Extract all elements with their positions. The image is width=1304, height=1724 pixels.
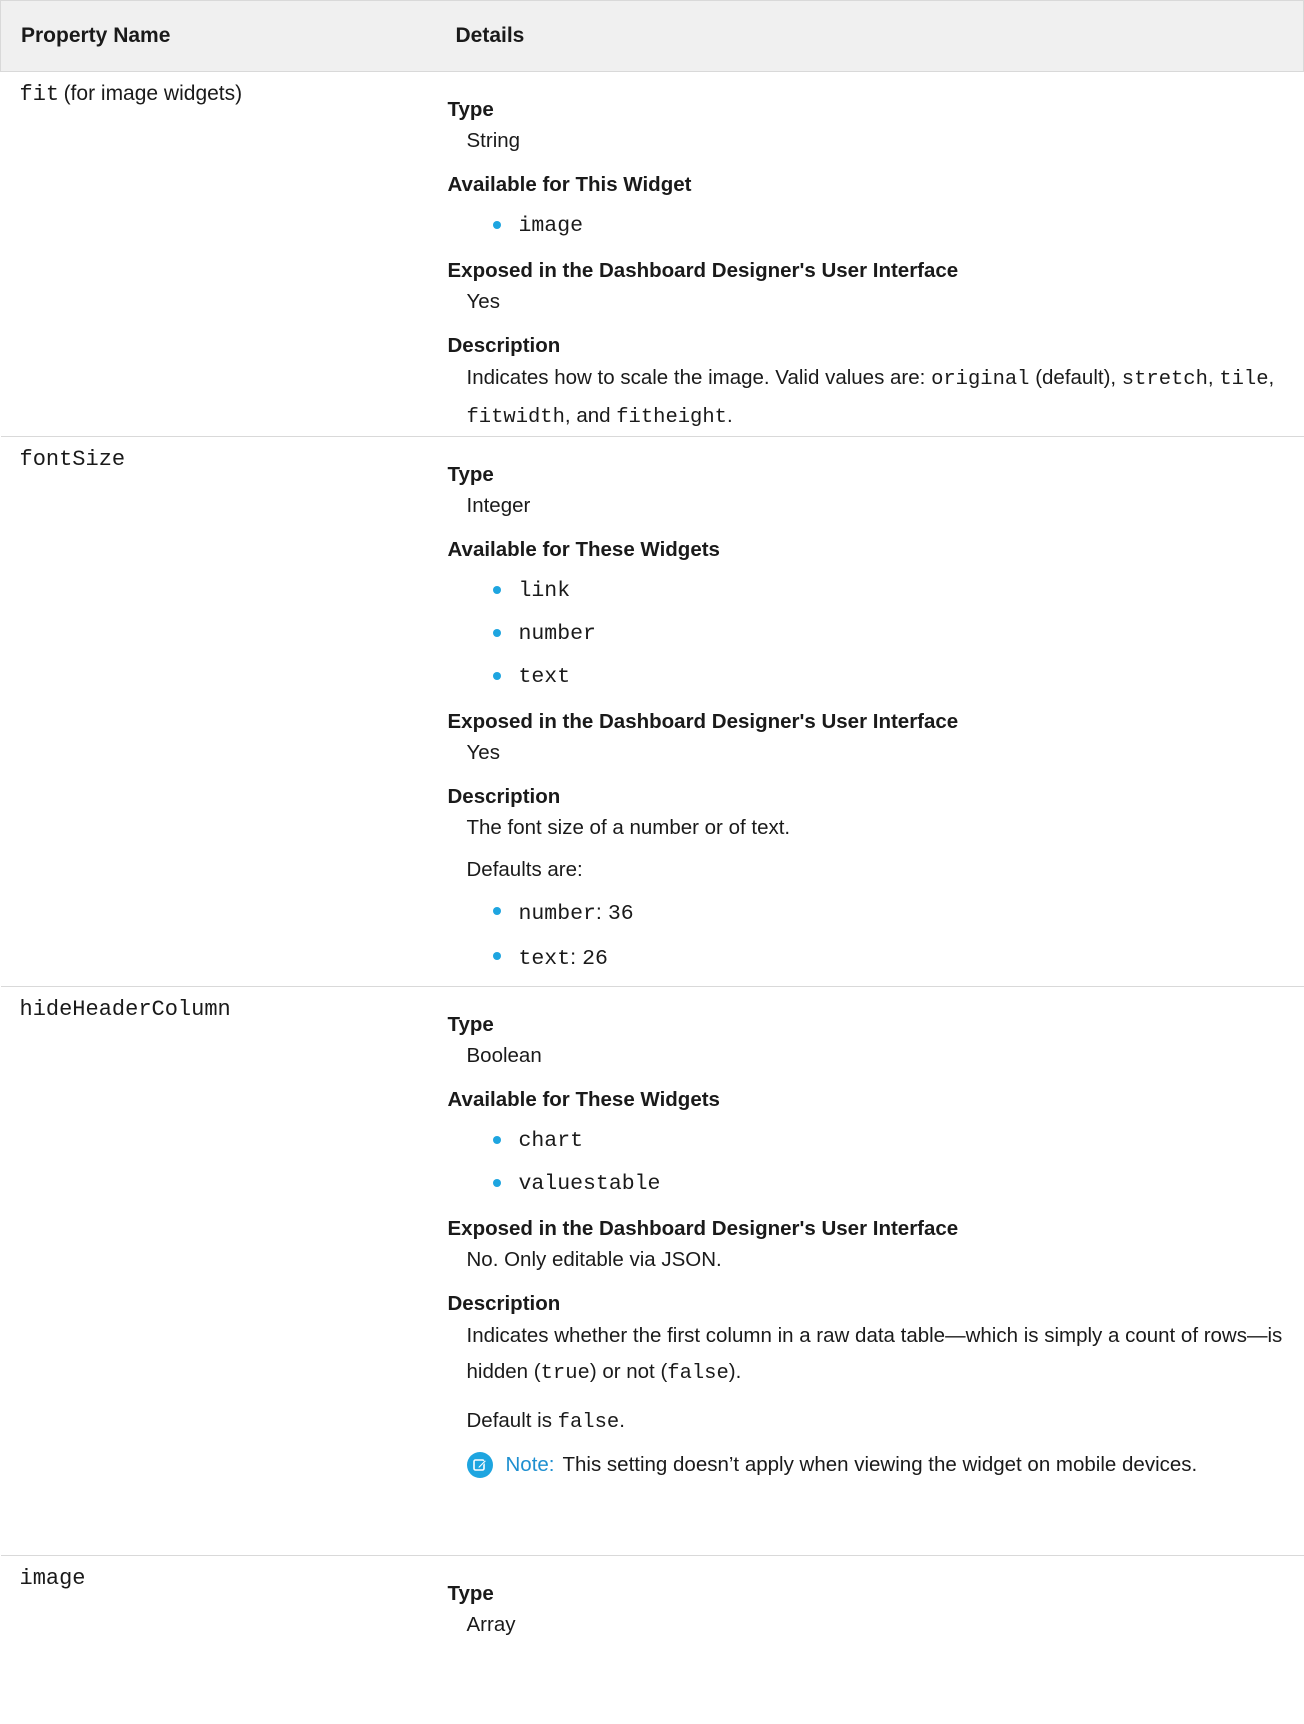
description-text: The font size of a number or of text. <box>466 816 791 839</box>
property-details-fit: Type String Available for This Widget im… <box>435 71 1304 437</box>
property-name-fit: fit (for image widgets) <box>0 71 436 437</box>
list-item: chart <box>448 1127 1290 1155</box>
type-group: Type Boolean <box>448 1013 1290 1069</box>
description-text: Indicates whether the first column in a … <box>466 1324 1283 1385</box>
type-group: Type Integer <box>448 463 1290 519</box>
exposed-label: Exposed in the Dashboard Designer's User… <box>447 1217 959 1240</box>
list-item: text: 26 <box>448 943 1290 973</box>
widgets-group: Available for These Widgets link number … <box>448 538 1290 691</box>
property-code: hideHeaderColumn <box>19 997 231 1022</box>
note-label: Note: <box>505 1453 555 1476</box>
exposed-group: Exposed in the Dashboard Designer's User… <box>448 1217 1290 1273</box>
exposed-label: Exposed in the Dashboard Designer's User… <box>447 259 959 282</box>
type-label: Type <box>447 463 494 486</box>
type-label: Type <box>447 98 494 121</box>
property-name-fontsize: fontSize <box>0 436 436 987</box>
exposed-group: Exposed in the Dashboard Designer's User… <box>448 259 1290 315</box>
description-label: Description <box>447 334 561 357</box>
exposed-label: Exposed in the Dashboard Designer's User… <box>447 710 959 733</box>
exposed-value: Yes <box>466 290 500 313</box>
property-name-hideheadercolumn: hideHeaderColumn <box>0 986 436 1556</box>
description-label: Description <box>447 785 561 808</box>
type-group: Type Array <box>448 1582 1290 1638</box>
defaults-intro: Defaults are: <box>466 858 583 881</box>
property-name-image: image <box>1 1556 436 1639</box>
edit-note-icon <box>466 1452 493 1478</box>
widgets-group: Available for These Widgets chart values… <box>448 1088 1290 1198</box>
available-label: Available for This Widget <box>447 173 692 196</box>
available-label: Available for These Widgets <box>447 1088 720 1111</box>
table-header-row: Property Name Details <box>0 0 1304 72</box>
header-property-name: Property Name <box>0 0 436 72</box>
type-label: Type <box>447 1013 494 1036</box>
list-item: number <box>448 620 1290 648</box>
widget-list: image <box>448 212 1290 240</box>
documentation-page: Property Name Details fit (for image wid… <box>0 0 1304 1724</box>
description-label: Description <box>447 1292 561 1315</box>
table-row: fit (for image widgets) Type String Avai… <box>0 71 1304 437</box>
table-row: hideHeaderColumn Type Boolean Available … <box>0 986 1304 1556</box>
header-details: Details <box>435 0 1304 72</box>
type-group: Type String <box>448 98 1290 154</box>
type-label: Type <box>447 1582 494 1605</box>
property-code: image <box>19 1566 86 1591</box>
property-details-hideheadercolumn: Type Boolean Available for These Widgets… <box>435 986 1304 1556</box>
description-group: Description Indicates how to scale the i… <box>448 334 1290 436</box>
property-details-image: Type Array <box>436 1556 1304 1639</box>
exposed-group: Exposed in the Dashboard Designer's User… <box>448 710 1290 766</box>
property-code: fit <box>19 82 60 107</box>
widget-list: chart valuestable <box>448 1127 1290 1198</box>
exposed-value: Yes <box>466 741 500 764</box>
available-label: Available for These Widgets <box>447 538 720 561</box>
description-group: Description The font size of a number or… <box>448 785 1290 973</box>
note-callout: Note: This setting doesn’t apply when vi… <box>466 1452 1290 1478</box>
description-text: Indicates how to scale the image. Valid … <box>466 366 1275 429</box>
type-value: Array <box>466 1613 516 1636</box>
property-details-fontsize: Type Integer Available for These Widgets… <box>435 436 1304 987</box>
list-item: number: 36 <box>448 898 1290 928</box>
table-row: fontSize Type Integer Available for Thes… <box>0 436 1304 987</box>
properties-table: Property Name Details fit (for image wid… <box>0 0 1304 1638</box>
property-code: fontSize <box>19 447 126 472</box>
type-value: Integer <box>466 494 531 517</box>
widget-list: link number text <box>448 577 1290 691</box>
description-group: Description Indicates whether the first … <box>448 1292 1290 1478</box>
exposed-value: No. Only editable via JSON. <box>466 1248 722 1271</box>
widgets-group: Available for This Widget image <box>448 173 1290 240</box>
list-item: link <box>448 577 1290 605</box>
type-value: Boolean <box>466 1044 542 1067</box>
list-item: image <box>448 212 1290 240</box>
defaults-list: number: 36 text: 26 <box>448 898 1290 973</box>
list-item: text <box>448 663 1290 691</box>
note-text: This setting doesn’t apply when viewing … <box>562 1453 1198 1476</box>
property-qualifier: (for image widgets) <box>63 82 243 105</box>
list-item: valuestable <box>448 1170 1290 1198</box>
default-text: Default is false. <box>466 1409 625 1434</box>
table-row: image Type Array <box>1 1556 1304 1639</box>
type-value: String <box>466 129 521 152</box>
